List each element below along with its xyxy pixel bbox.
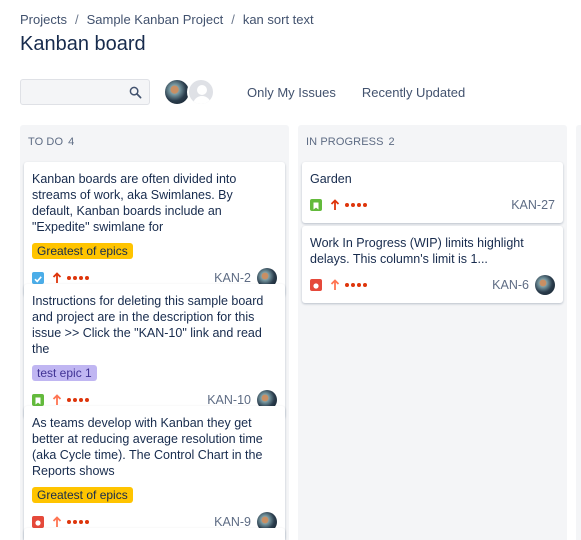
breadcrumb-board[interactable]: kan sort text bbox=[243, 12, 314, 27]
epic-label: Greatest of epics bbox=[32, 243, 133, 259]
issue-card[interactable]: Instructions for deleting this sample bo… bbox=[24, 284, 285, 418]
recently-updated-filter[interactable]: Recently Updated bbox=[362, 85, 465, 100]
epic-label: Greatest of epics bbox=[32, 487, 133, 503]
breadcrumb-separator: / bbox=[231, 12, 235, 27]
epic-label: test epic 1 bbox=[32, 365, 97, 381]
column-next bbox=[576, 125, 581, 540]
column-header: IN PROGRESS 2 bbox=[298, 125, 567, 157]
story-icon bbox=[32, 394, 44, 406]
issue-key[interactable]: KAN-2 bbox=[214, 271, 251, 285]
breadcrumb-project[interactable]: Sample Kanban Project bbox=[87, 12, 224, 27]
column-count: 4 bbox=[68, 136, 75, 148]
story-points-dots bbox=[345, 283, 367, 287]
high-priority-arrow-icon bbox=[52, 272, 62, 283]
breadcrumb-separator: / bbox=[74, 12, 79, 27]
story-icon bbox=[310, 199, 322, 211]
column-title: IN PROGRESS bbox=[306, 136, 384, 148]
breadcrumb-projects[interactable]: Projects bbox=[20, 12, 67, 27]
column-header: TO DO 4 bbox=[20, 125, 289, 157]
assignee-avatar bbox=[535, 275, 555, 295]
story-points-dots bbox=[67, 520, 89, 524]
unassigned-avatar[interactable] bbox=[187, 78, 215, 106]
issue-key[interactable]: KAN-9 bbox=[214, 515, 251, 529]
issue-key[interactable]: KAN-27 bbox=[511, 198, 555, 212]
story-points-dots bbox=[67, 398, 89, 402]
user-avatar-filters bbox=[163, 78, 215, 106]
card-summary: Work In Progress (WIP) limits highlight … bbox=[310, 236, 524, 266]
medium-priority-arrow-icon bbox=[52, 394, 62, 405]
search-box[interactable] bbox=[20, 79, 150, 105]
page-title: Kanban board bbox=[20, 33, 146, 55]
breadcrumb: Projects / Sample Kanban Project / kan s… bbox=[20, 12, 314, 27]
column-in-progress: IN PROGRESS 2 Garden KAN-27 Work In Prog… bbox=[298, 125, 567, 540]
issue-card[interactable] bbox=[24, 528, 285, 540]
issue-key[interactable]: KAN-10 bbox=[207, 393, 251, 407]
card-footer: KAN-6 bbox=[310, 275, 555, 295]
high-priority-arrow-icon bbox=[330, 199, 340, 210]
only-my-issues-filter[interactable]: Only My Issues bbox=[247, 85, 336, 100]
medium-priority-arrow-icon bbox=[330, 279, 340, 290]
task-icon bbox=[32, 272, 44, 284]
board-toolbar: Only My Issues Recently Updated bbox=[20, 78, 465, 106]
story-points-dots bbox=[67, 276, 89, 280]
issue-card[interactable]: Work In Progress (WIP) limits highlight … bbox=[302, 226, 563, 303]
issue-card[interactable]: Kanban boards are often divided into str… bbox=[24, 162, 285, 296]
column-todo: TO DO 4 Kanban boards are often divided … bbox=[20, 125, 289, 540]
medium-priority-arrow-icon bbox=[52, 516, 62, 527]
card-summary: Kanban boards are often divided into str… bbox=[32, 172, 237, 234]
issue-card[interactable]: Garden KAN-27 bbox=[302, 162, 563, 223]
search-icon[interactable] bbox=[129, 86, 142, 99]
column-count: 2 bbox=[388, 136, 395, 148]
column-title: TO DO bbox=[28, 136, 64, 148]
story-points-dots bbox=[345, 203, 367, 207]
bug-icon bbox=[32, 516, 44, 528]
card-summary: Instructions for deleting this sample bo… bbox=[32, 294, 264, 356]
card-footer: KAN-27 bbox=[310, 195, 555, 215]
issue-key[interactable]: KAN-6 bbox=[492, 278, 529, 292]
card-summary: Garden bbox=[310, 172, 352, 186]
card-summary: As teams develop with Kanban they get be… bbox=[32, 416, 263, 478]
issue-card[interactable]: As teams develop with Kanban they get be… bbox=[24, 406, 285, 540]
bug-icon bbox=[310, 279, 322, 291]
